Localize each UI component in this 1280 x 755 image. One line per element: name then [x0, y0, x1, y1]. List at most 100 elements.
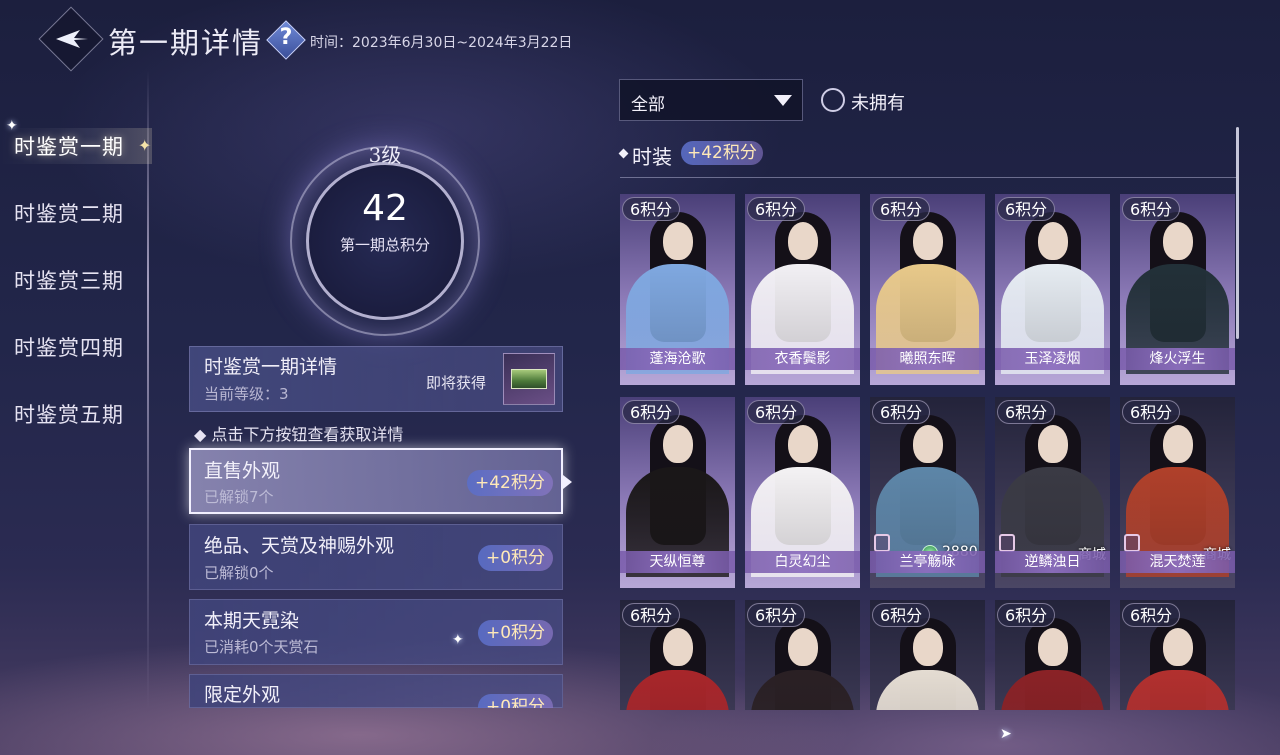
outfit-card[interactable]: 6积分 衣香鬓影: [745, 194, 860, 385]
character-face: [913, 222, 943, 260]
outfit-card[interactable]: 6积分: [1120, 600, 1235, 710]
sparkle-icon: ✦: [6, 118, 18, 134]
chevron-down-icon: [774, 95, 792, 106]
lock-icon: [999, 534, 1015, 552]
character-face: [788, 628, 818, 666]
question-icon: ?: [279, 25, 293, 50]
total-score-label: 第一期总积分: [339, 236, 430, 254]
row-title: 直售外观: [204, 460, 281, 482]
character-outfit: [751, 670, 854, 710]
character-face: [1163, 222, 1193, 260]
outfit-points-badge: 6积分: [997, 603, 1056, 627]
row-subtitle: 已解锁0个: [204, 564, 274, 582]
row-subtitle: 已解锁7个: [204, 488, 274, 506]
character-outfit: [1126, 670, 1229, 710]
character-face: [788, 222, 818, 260]
sparkle-icon: ➤: [1000, 726, 1012, 742]
outfit-points-badge: 6积分: [872, 400, 931, 424]
character-face: [1038, 222, 1068, 260]
diamond-bullet-icon: [618, 148, 629, 159]
nav-item-period-4[interactable]: 时鉴赏四期: [14, 332, 124, 362]
character-outfit: [626, 670, 729, 710]
outfit-name: 混天焚莲: [1120, 551, 1235, 573]
nav-divider: [147, 70, 149, 710]
lock-icon: [1124, 534, 1140, 552]
period-detail-title: 时鉴赏一期详情: [204, 356, 338, 378]
outfit-points-badge: 6积分: [1122, 197, 1181, 221]
nav-item-period-2[interactable]: 时鉴赏二期: [14, 198, 124, 228]
back-arrow-icon: [56, 30, 88, 48]
outfit-card[interactable]: 6积分: [745, 600, 860, 710]
event-period: 时间：2023年6月30日~2024年3月22日: [310, 35, 573, 51]
row-subtitle: 已消耗0个天赏石: [204, 638, 319, 656]
section-divider: [620, 177, 1236, 178]
outfit-name: 逆鳞浊日: [995, 551, 1110, 573]
current-level-text: 当前等级：3: [204, 385, 289, 403]
character-face: [1163, 425, 1193, 463]
outfit-name: 烽火浮生: [1120, 348, 1235, 370]
character-face: [913, 628, 943, 666]
outfit-points-badge: 6积分: [997, 197, 1056, 221]
outfit-points-badge: 6积分: [872, 603, 931, 627]
outfit-name: 蓬海沧歌: [620, 348, 735, 370]
not-owned-radio[interactable]: [821, 88, 845, 112]
outfit-points-badge: 6积分: [622, 603, 681, 627]
outfit-card[interactable]: 6积分2880兰亭觞咏: [870, 397, 985, 588]
page-title: 第一期详情: [108, 26, 264, 60]
outfit-points-badge: 6积分: [747, 603, 806, 627]
outfit-name: 曦照东晖: [870, 348, 985, 370]
character-face: [788, 425, 818, 463]
landscape-image-icon: [511, 369, 547, 389]
outfit-points-badge: 6积分: [622, 400, 681, 424]
character-face: [1038, 628, 1068, 666]
selected-arrow-icon: [563, 475, 572, 489]
outfit-name: 兰亭觞咏: [870, 551, 985, 573]
outfit-name: 白灵幻尘: [745, 551, 860, 573]
character-outfit: [876, 670, 979, 710]
character-face: [1163, 628, 1193, 666]
lock-icon: [874, 534, 890, 552]
outfit-points-badge: 6积分: [1122, 603, 1181, 627]
row-points-badge: +42积分: [467, 470, 553, 496]
outfit-card[interactable]: 6积分 白灵幻尘: [745, 397, 860, 588]
section-title: 时装: [632, 145, 672, 169]
row-points-badge: +0积分: [478, 694, 554, 708]
outfit-points-badge: 6积分: [1122, 400, 1181, 424]
outfit-card[interactable]: 6积分蓬海沧歌: [620, 194, 735, 385]
row-points-badge: +0积分: [478, 620, 554, 646]
not-owned-label[interactable]: 未拥有: [851, 89, 905, 115]
outfit-card[interactable]: 6积分商城混天焚莲: [1120, 397, 1235, 588]
character-face: [913, 425, 943, 463]
nav-item-period-5[interactable]: 时鉴赏五期: [14, 399, 124, 429]
outfit-card[interactable]: 6积分 天纵恒尊: [620, 397, 735, 588]
outfit-card[interactable]: 6积分: [995, 600, 1110, 710]
row-title: 限定外观: [204, 684, 281, 706]
hint-label: 点击下方按钮查看获取详情: [211, 425, 404, 444]
row-points-badge: +0积分: [478, 545, 554, 571]
current-level: 3级: [368, 143, 402, 167]
character-outfit: [1001, 670, 1104, 710]
outfit-card[interactable]: 6积分商城逆鳞浊日: [995, 397, 1110, 588]
character-face: [663, 222, 693, 260]
active-marker-icon: ✦: [138, 136, 152, 155]
outfit-card[interactable]: 6积分: [870, 600, 985, 710]
outfit-card[interactable]: 6积分: [620, 600, 735, 710]
outfit-card[interactable]: 6积分曦照东晖: [870, 194, 985, 385]
outfit-name: 玉泽凌烟: [995, 348, 1110, 370]
outfit-points-badge: 6积分: [872, 197, 931, 221]
character-face: [663, 425, 693, 463]
total-score: 42: [362, 188, 408, 229]
nav-item-period-1[interactable]: 时鉴赏一期: [14, 131, 124, 161]
nav-item-period-3[interactable]: 时鉴赏三期: [14, 265, 124, 295]
character-face: [1038, 425, 1068, 463]
row-title: 本期天霓染: [204, 610, 300, 632]
outfit-grid: 6积分 蓬海沧歌 6积分 衣香鬓影 6积分 曦照东晖 6积分 玉泽凌烟 6积分 烽火浮生 6积分 天纵…: [620, 194, 1240, 710]
outfit-card[interactable]: 6积分烽火浮生: [1120, 194, 1235, 385]
outfit-card[interactable]: 6积分玉泽凌烟: [995, 194, 1110, 385]
outfit-points-badge: 6积分: [997, 400, 1056, 424]
outfit-points-badge: 6积分: [622, 197, 681, 221]
hint-text: ◆ 点击下方按钮查看获取详情: [194, 425, 404, 444]
sparkle-icon: ✦: [452, 632, 464, 648]
upcoming-reward-label: 即将获得: [426, 374, 487, 392]
section-points-badge: +42积分: [681, 141, 763, 165]
